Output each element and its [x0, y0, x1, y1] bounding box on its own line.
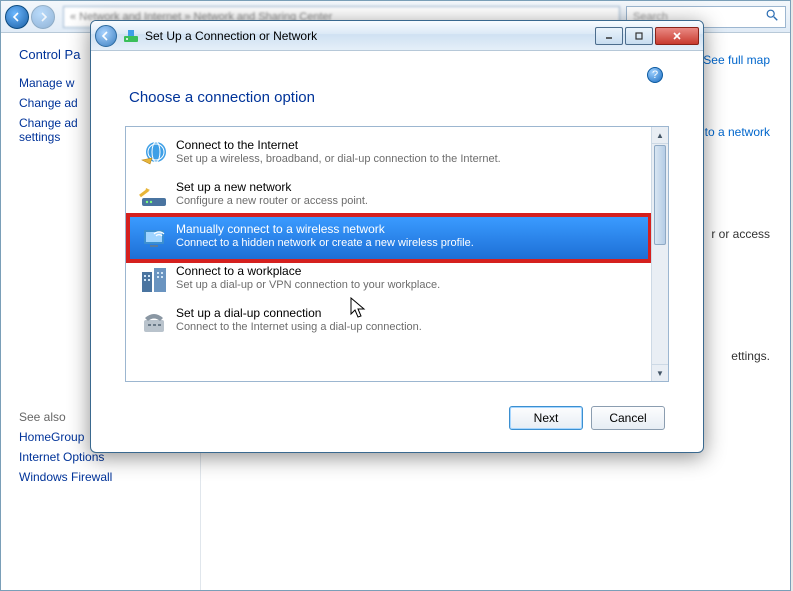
back-button[interactable]	[5, 5, 29, 29]
scrollbar[interactable]: ▲ ▼	[651, 127, 668, 381]
option-buildings[interactable]: Connect to a workplaceSet up a dial-up o…	[130, 259, 648, 301]
option-desc: Connect to the Internet using a dial-up …	[176, 321, 422, 333]
option-title: Connect to the Internet	[176, 138, 501, 152]
option-title: Set up a dial-up connection	[176, 306, 422, 320]
text-fragment: ettings.	[731, 349, 770, 363]
next-button[interactable]: Next	[509, 406, 583, 430]
minimize-button[interactable]	[595, 27, 623, 45]
option-router[interactable]: Set up a new networkConfigure a new rout…	[130, 175, 648, 217]
option-monitor-wifi[interactable]: Manually connect to a wireless networkCo…	[130, 217, 648, 259]
wizard-title: Set Up a Connection or Network	[145, 29, 595, 43]
wizard-heading: Choose a connection option	[129, 89, 669, 106]
option-desc: Connect to a hidden network or create a …	[176, 237, 474, 249]
option-desc: Set up a dial-up or VPN connection to yo…	[176, 279, 440, 291]
help-icon[interactable]: ?	[647, 67, 663, 83]
maximize-button[interactable]	[625, 27, 653, 45]
option-title: Set up a new network	[176, 180, 368, 194]
scroll-up-icon[interactable]: ▲	[652, 127, 668, 144]
titlebar[interactable]: Set Up a Connection or Network	[91, 21, 703, 51]
sidebar-link-windows-firewall[interactable]: Windows Firewall	[19, 470, 190, 484]
phone-modem-icon	[138, 306, 170, 338]
link-see-full-map[interactable]: See full map	[703, 53, 770, 67]
buildings-icon	[138, 264, 170, 296]
monitor-wifi-icon	[138, 222, 170, 254]
scroll-thumb[interactable]	[654, 145, 666, 245]
link-to-a-network[interactable]: to a network	[705, 125, 770, 139]
option-globe[interactable]: Connect to the InternetSet up a wireless…	[130, 133, 648, 175]
option-desc: Set up a wireless, broadband, or dial-up…	[176, 153, 501, 165]
forward-button[interactable]	[31, 5, 55, 29]
options-list: Connect to the InternetSet up a wireless…	[125, 126, 669, 382]
globe-icon	[138, 138, 170, 170]
text-fragment: r or access	[711, 227, 770, 241]
close-button[interactable]	[655, 27, 699, 45]
option-title: Connect to a workplace	[176, 264, 440, 278]
option-title: Manually connect to a wireless network	[176, 222, 474, 236]
option-desc: Configure a new router or access point.	[176, 195, 368, 207]
router-icon	[138, 180, 170, 212]
wizard-back-button[interactable]	[95, 25, 117, 47]
scroll-down-icon[interactable]: ▼	[652, 364, 668, 381]
wizard-app-icon	[123, 28, 139, 44]
search-icon	[765, 8, 779, 25]
option-phone-modem[interactable]: Set up a dial-up connectionConnect to th…	[130, 301, 648, 343]
wizard-dialog: Set Up a Connection or Network ? Choose …	[90, 20, 704, 453]
cancel-button[interactable]: Cancel	[591, 406, 665, 430]
